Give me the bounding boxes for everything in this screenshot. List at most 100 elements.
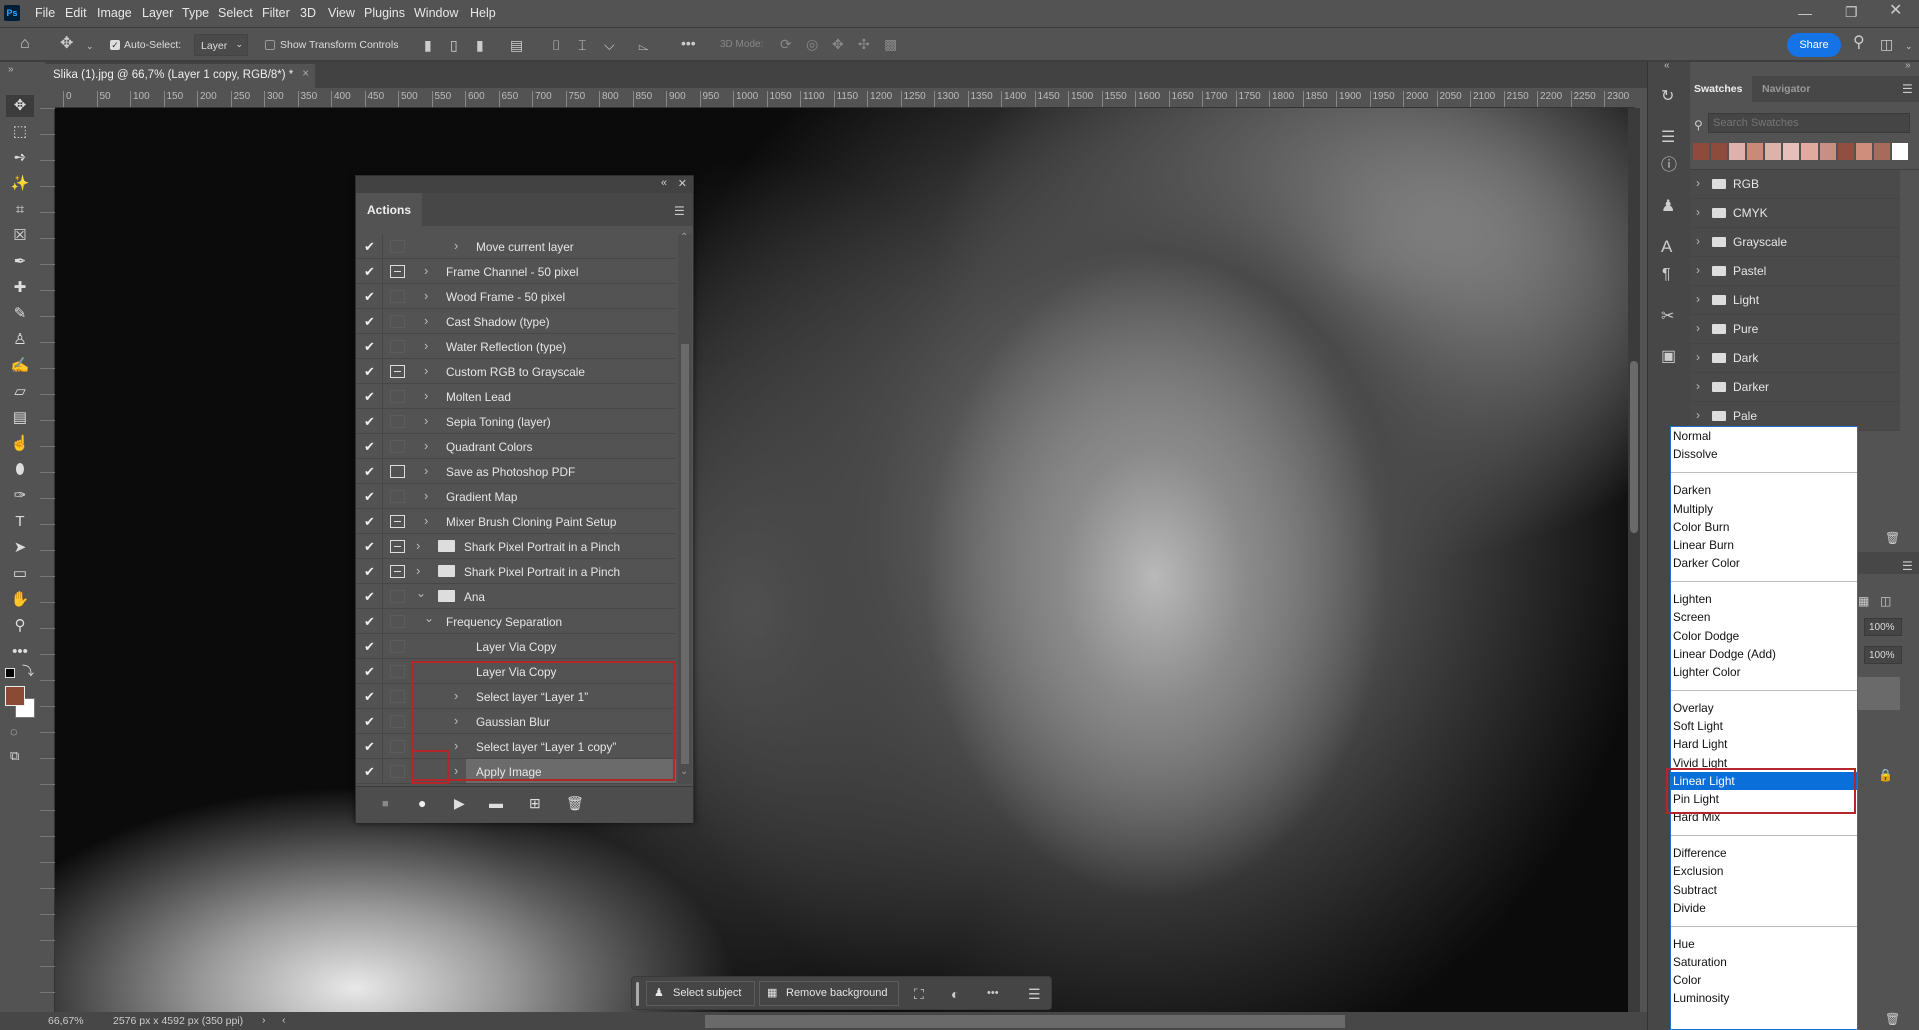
- checkmark-icon[interactable]: ✔: [364, 364, 375, 380]
- close-icon[interactable]: ✕: [678, 177, 687, 190]
- blend-mode-color-burn[interactable]: Color Burn: [1671, 518, 1857, 536]
- action-row[interactable]: ✔ ⌄ Ana: [356, 584, 676, 609]
- action-row[interactable]: ✔ › Shark Pixel Portrait in a Pinch: [356, 559, 676, 584]
- swatch-group-pure[interactable]: › Pure: [1690, 315, 1900, 344]
- checkmark-icon[interactable]: ✔: [364, 464, 375, 480]
- blend-mode-hard-light[interactable]: Hard Light: [1671, 735, 1857, 753]
- tab-navigator[interactable]: Navigator: [1752, 76, 1816, 102]
- tab-swatches[interactable]: Swatches: [1690, 76, 1752, 102]
- vertical-scrollbar[interactable]: [1628, 108, 1640, 1012]
- align-left-icon[interactable]: ▮: [424, 38, 432, 52]
- info-icon[interactable]: ⓘ: [1661, 158, 1677, 174]
- record-icon[interactable]: ●: [418, 796, 426, 810]
- checkmark-icon[interactable]: ✔: [364, 339, 375, 355]
- lock-all-icon[interactable]: ◫: [1880, 594, 1891, 608]
- chevron-right-icon[interactable]: ›: [424, 438, 428, 453]
- more-options-icon[interactable]: •••: [987, 986, 999, 1000]
- lock-artboard-icon[interactable]: ▦: [1858, 594, 1869, 608]
- blend-mode-divide[interactable]: Divide: [1671, 899, 1857, 917]
- blend-mode-hue[interactable]: Hue: [1671, 935, 1857, 953]
- search-swatches-input[interactable]: [1708, 113, 1910, 133]
- blend-mode-dropdown[interactable]: Normal Dissolve Darken Multiply Color Burn Li…: [1670, 426, 1858, 1030]
- dialog-toggle[interactable]: [390, 740, 405, 753]
- document-info[interactable]: 2576 px x 4592 px (350 ppi): [113, 1015, 243, 1027]
- actions-scrollbar[interactable]: ⌃ ⌄: [678, 232, 692, 784]
- checkmark-icon[interactable]: ✔: [364, 514, 375, 530]
- hand-tool-icon[interactable]: ✋: [6, 589, 34, 611]
- default-colors-icon[interactable]: [5, 668, 15, 678]
- action-row[interactable]: ✔ › Quadrant Colors: [356, 434, 676, 459]
- color-swatch[interactable]: [1873, 143, 1890, 160]
- workspace-icon[interactable]: ◫: [1880, 37, 1893, 51]
- more-tools-icon[interactable]: •••: [6, 641, 34, 663]
- dodge-tool-icon[interactable]: ⬮: [6, 459, 34, 481]
- collapse-toolbar-icon[interactable]: »: [8, 64, 14, 75]
- quick-mask-icon[interactable]: ◌: [10, 724, 18, 739]
- dialog-icon[interactable]: [390, 565, 405, 578]
- 3d-camera-icon[interactable]: ▩: [884, 37, 897, 51]
- dialog-toggle[interactable]: [390, 340, 405, 353]
- chevron-right-icon[interactable]: ›: [424, 363, 428, 378]
- color-swatch[interactable]: [1801, 143, 1818, 160]
- action-row[interactable]: ✔ › Molten Lead: [356, 384, 676, 409]
- dialog-toggle[interactable]: [390, 390, 405, 403]
- blend-mode-darken[interactable]: Darken: [1671, 481, 1857, 499]
- menu-image[interactable]: Image: [97, 6, 132, 20]
- horizontal-scrollbar[interactable]: [705, 1015, 1345, 1028]
- character-icon[interactable]: A: [1661, 238, 1672, 255]
- fill-field[interactable]: 100%: [1864, 646, 1902, 664]
- color-swatch[interactable]: [1729, 143, 1746, 160]
- action-row[interactable]: ✔ › Sepia Toning (layer): [356, 409, 676, 434]
- drag-handle[interactable]: [636, 982, 639, 1006]
- distribute-icon[interactable]: ▤: [510, 38, 523, 52]
- play-icon[interactable]: ▶: [454, 796, 465, 810]
- frame-tool-icon[interactable]: ☒: [6, 225, 34, 247]
- 3d-pan-icon[interactable]: ✥: [832, 37, 844, 51]
- marquee-tool-icon[interactable]: ⬚: [6, 121, 34, 143]
- dialog-toggle[interactable]: [390, 590, 405, 603]
- rectangle-tool-icon[interactable]: ▭: [6, 563, 34, 585]
- menu-type[interactable]: Type: [182, 6, 209, 20]
- checkmark-icon[interactable]: ✔: [364, 739, 375, 755]
- menu-plugins[interactable]: Plugins: [364, 6, 405, 20]
- chevron-right-icon[interactable]: ›: [424, 313, 428, 328]
- panel-menu-icon[interactable]: ☰: [1902, 82, 1913, 96]
- chevron-right-icon[interactable]: ›: [454, 238, 458, 253]
- checkmark-icon[interactable]: ✔: [364, 414, 375, 430]
- chevron-right-icon[interactable]: ›: [424, 288, 428, 303]
- chevron-right-icon[interactable]: ›: [424, 488, 428, 503]
- chevron-right-icon[interactable]: ›: [424, 263, 428, 278]
- swatch-group-pastel[interactable]: › Pastel: [1690, 257, 1900, 286]
- action-row[interactable]: ✔ › Water Reflection (type): [356, 334, 676, 359]
- 3d-slide-icon[interactable]: ✣: [858, 37, 870, 51]
- blend-mode-multiply[interactable]: Multiply: [1671, 500, 1857, 518]
- checkmark-icon[interactable]: ✔: [364, 639, 375, 655]
- chevron-right-icon[interactable]: ›: [1696, 408, 1700, 422]
- action-row[interactable]: ✔ › Save as Photoshop PDF: [356, 459, 676, 484]
- menu-help[interactable]: Help: [470, 6, 496, 20]
- color-swatch[interactable]: [1837, 143, 1854, 160]
- new-set-folder-icon[interactable]: ▬: [489, 796, 503, 810]
- color-swatch[interactable]: [1765, 143, 1782, 160]
- color-swatch[interactable]: [1891, 143, 1908, 160]
- action-row[interactable]: ✔ › Wood Frame - 50 pixel: [356, 284, 676, 309]
- healing-brush-icon[interactable]: ✚: [6, 277, 34, 299]
- checkmark-icon[interactable]: ✔: [364, 389, 375, 405]
- menu-filter[interactable]: Filter: [262, 6, 290, 20]
- pen-tool-icon[interactable]: ✑: [6, 485, 34, 507]
- color-swatch[interactable]: [1819, 143, 1836, 160]
- checkmark-icon[interactable]: ✔: [364, 314, 375, 330]
- chevron-right-icon[interactable]: ›: [1696, 234, 1700, 248]
- blend-mode-dissolve[interactable]: Dissolve: [1671, 445, 1857, 463]
- dialog-toggle[interactable]: [390, 290, 405, 303]
- scroll-down-icon[interactable]: ⌄: [680, 766, 688, 777]
- transform-icon[interactable]: ⛶: [914, 987, 924, 1001]
- search-icon[interactable]: ⚲: [1853, 35, 1865, 51]
- menu-layer[interactable]: Layer: [142, 6, 173, 20]
- crop-tool-icon[interactable]: ⌗: [6, 199, 34, 221]
- chevron-right-icon[interactable]: ›: [1696, 292, 1700, 306]
- home-icon[interactable]: ⌂: [20, 36, 30, 52]
- swatch-group-grayscale[interactable]: › Grayscale: [1690, 228, 1900, 257]
- chevron-left-icon[interactable]: ‹: [282, 1014, 286, 1026]
- smudge-tool-icon[interactable]: ☝: [6, 433, 34, 455]
